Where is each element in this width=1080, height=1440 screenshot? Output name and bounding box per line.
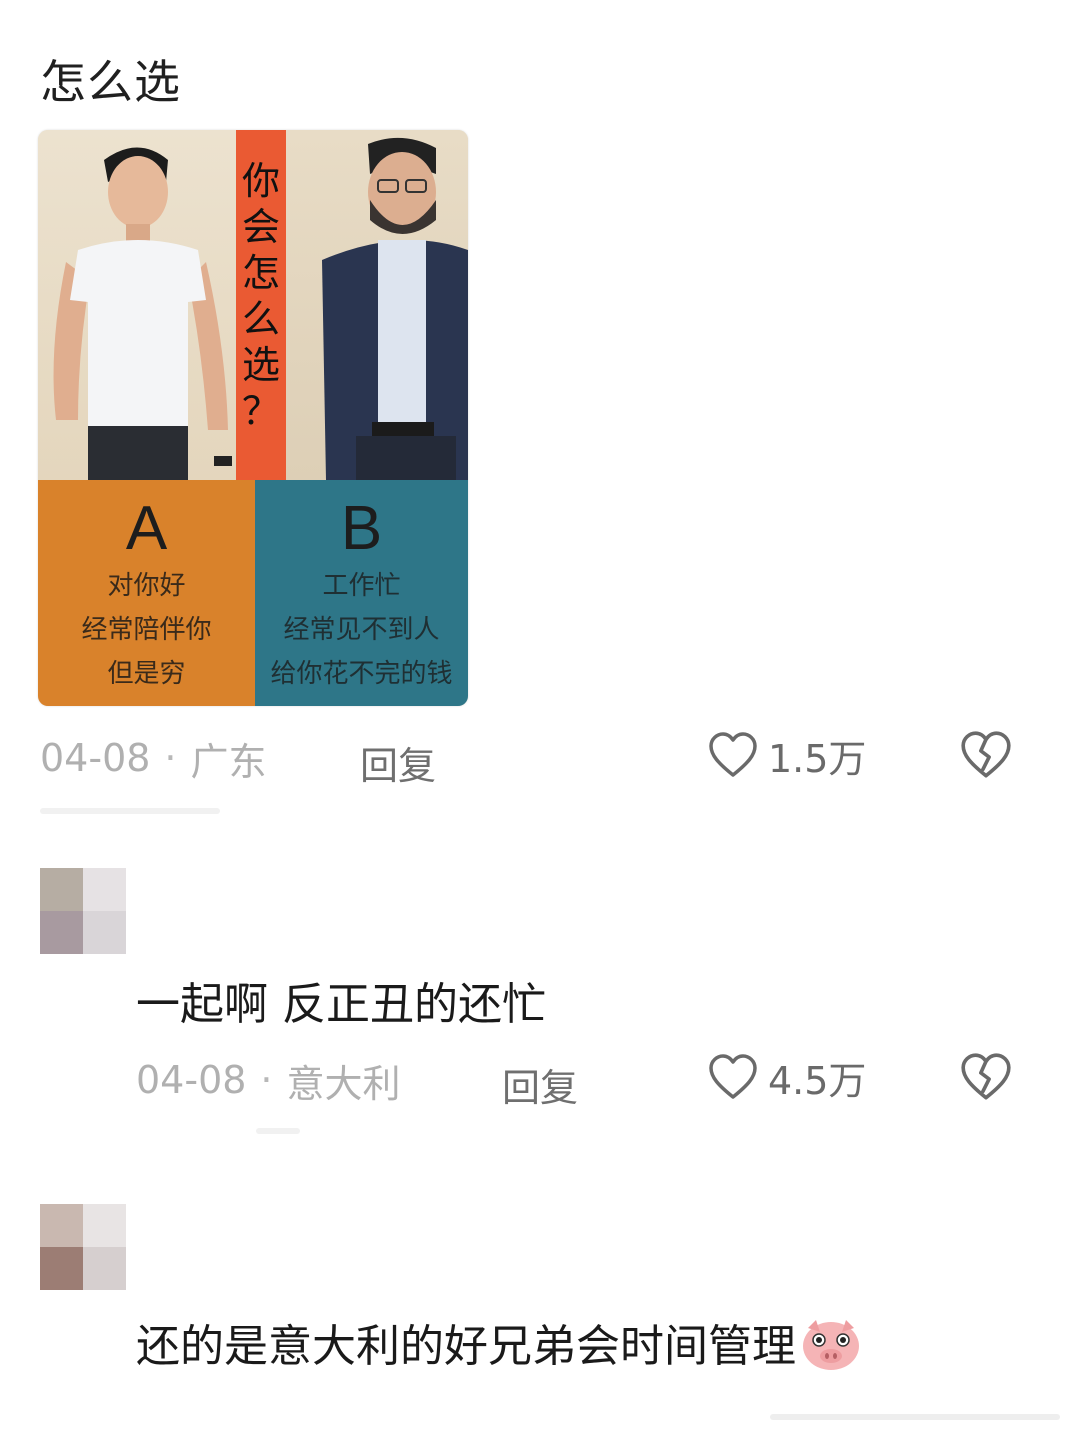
heart-outline-icon [709,731,757,777]
divider [40,808,220,814]
heart-outline-icon [709,1053,757,1099]
broken-heart-icon [961,1053,1011,1100]
separator-dot: · [260,1058,273,1102]
question-char: 会 [241,205,280,249]
question-char: 选 [241,343,280,387]
pig-face-emoji-icon [800,1316,862,1383]
question-char: 么 [241,297,280,341]
avatar[interactable] [40,1204,126,1290]
option-a-panel: A 对你好 经常陪伴你 但是穷 [38,480,255,706]
comment-reply-button[interactable]: 回复 [502,1057,578,1112]
post-image[interactable]: 你 会 怎 么 选 ？ A 对你好 经常陪伴你 但是穷 B 工作忙 经常见不到人… [38,130,468,706]
comment-dislike-button[interactable] [958,1050,1014,1110]
option-a-line: 对你好 [107,571,186,601]
comment-text: 还的是意大利的好兄弟会时间管理 [136,1310,862,1383]
avatar[interactable] [40,868,126,954]
comment-like-button[interactable]: 4.5万 [706,1050,866,1105]
divider [770,1414,1060,1420]
question-char: ？ [241,389,280,433]
photo-panel-right [286,130,468,480]
post-reply-button[interactable]: 回复 [360,735,436,790]
question-band: 你 会 怎 么 选 ？ [236,130,286,480]
separator-dot: · [164,736,177,780]
question-char: 你 [241,159,280,203]
option-b-line: 经常见不到人 [283,615,440,645]
option-a-letter: A [125,494,168,563]
post-meta: 04-08 · 广东 [40,728,267,788]
post-dislike-button[interactable] [958,728,1014,788]
comment-date: 04-08 [136,1058,247,1102]
option-b-line: 工作忙 [322,571,401,601]
comment-meta: 04-08 · 意大利 [136,1050,401,1110]
post-location: 广东 [190,739,267,784]
option-a-line: 经常陪伴你 [81,615,212,645]
divider [256,1128,300,1134]
comment-like-count: 4.5万 [768,1059,867,1103]
poll-photo: 你 会 怎 么 选 ？ [38,130,468,480]
post-title: 怎么选 [40,55,181,109]
man-a-figure [53,147,232,480]
option-b-line: 给你花不完的钱 [270,659,453,689]
man-b-figure [322,137,468,480]
post-date: 04-08 [40,736,151,780]
option-b-letter: B [340,494,383,563]
question-char: 怎 [241,251,280,295]
comment-text: 一起啊 反正丑的还忙 [136,979,546,1030]
option-a-line: 但是穷 [107,659,186,689]
option-b-panel: B 工作忙 经常见不到人 给你花不完的钱 [255,480,468,706]
comment-text-content: 还的是意大利的好兄弟会时间管理 [136,1321,796,1372]
post-like-count: 1.5万 [768,737,867,781]
comment-location: 意大利 [286,1061,401,1106]
post-like-button[interactable]: 1.5万 [706,728,866,783]
photo-panel-left [38,130,236,480]
broken-heart-icon [961,731,1011,778]
